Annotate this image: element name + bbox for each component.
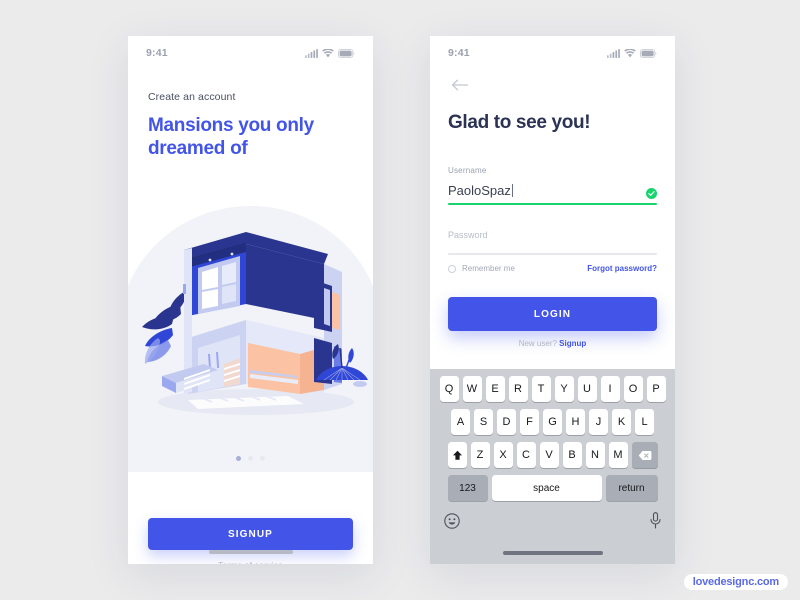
- key-t[interactable]: T: [531, 376, 551, 402]
- key-e[interactable]: E: [485, 376, 505, 402]
- keyboard-row-3: ZXCVBNM: [430, 442, 675, 468]
- remember-me-label: Remember me: [462, 264, 515, 273]
- status-bar-right: 9:41: [430, 36, 675, 70]
- new-user-row: New user? Signup: [430, 339, 675, 348]
- backspace-key[interactable]: [631, 442, 658, 468]
- new-user-prefix: New user?: [518, 339, 560, 348]
- key-l[interactable]: L: [635, 409, 654, 435]
- username-label: Username: [448, 166, 487, 175]
- keyboard-row-4: 123 space return: [430, 475, 675, 501]
- terms-of-service-link[interactable]: Terms of service: [128, 560, 373, 564]
- pager-dot-3[interactable]: [260, 456, 265, 461]
- emoji-icon[interactable]: [444, 512, 460, 529]
- username-input[interactable]: PaoloSpaz: [448, 183, 657, 198]
- backspace-icon: [638, 450, 651, 460]
- battery-icon: [640, 48, 657, 58]
- key-d[interactable]: D: [497, 409, 516, 435]
- password-input[interactable]: Password: [448, 230, 657, 240]
- space-key[interactable]: space: [491, 475, 602, 501]
- wifi-icon: [322, 48, 334, 57]
- microphone-icon[interactable]: [650, 512, 661, 529]
- key-x[interactable]: X: [493, 442, 513, 468]
- key-b[interactable]: B: [562, 442, 582, 468]
- home-indicator-right: [502, 551, 603, 555]
- remember-me-radio[interactable]: [448, 264, 456, 273]
- signup-link[interactable]: Signup: [559, 339, 586, 348]
- password-field-group: Password: [448, 230, 657, 255]
- key-i[interactable]: I: [600, 376, 620, 402]
- pager-dot-1[interactable]: [236, 456, 241, 461]
- keyboard-row-2: ASDFGHJKL: [430, 409, 675, 435]
- status-icons: [305, 48, 355, 58]
- arrow-left-icon: [451, 79, 468, 91]
- illustration-container: [128, 188, 373, 472]
- key-j[interactable]: J: [589, 409, 608, 435]
- key-a[interactable]: A: [451, 409, 470, 435]
- password-underline: [448, 253, 657, 255]
- keyboard-bottom-row: [430, 508, 675, 529]
- key-g[interactable]: G: [543, 409, 562, 435]
- signup-button[interactable]: SIGNUP: [148, 518, 353, 550]
- remember-forgot-row: Remember me Forgot password?: [448, 264, 657, 273]
- phone-screen-login: 9:41 Glad to see you! Username PaoloSpaz…: [430, 36, 675, 564]
- status-icons: [607, 48, 657, 58]
- shift-key[interactable]: [447, 442, 467, 468]
- key-r[interactable]: R: [508, 376, 528, 402]
- pager-dots[interactable]: [128, 456, 373, 461]
- login-button[interactable]: LOGIN: [448, 297, 657, 331]
- key-n[interactable]: N: [585, 442, 605, 468]
- page-title: Mansions you only dreamed of: [148, 115, 314, 160]
- key-o[interactable]: O: [623, 376, 643, 402]
- key-z[interactable]: Z: [470, 442, 490, 468]
- key-p[interactable]: P: [646, 376, 666, 402]
- onscreen-keyboard: QWERTYUIOP ASDFGHJKL ZXCVBNM 123 space r…: [430, 369, 675, 564]
- watermark: lovedesignc.com: [683, 574, 788, 590]
- key-k[interactable]: K: [612, 409, 631, 435]
- key-s[interactable]: S: [474, 409, 493, 435]
- page-title: Glad to see you!: [448, 112, 591, 133]
- key-q[interactable]: Q: [439, 376, 459, 402]
- status-bar-left: 9:41: [128, 36, 373, 70]
- key-h[interactable]: H: [566, 409, 585, 435]
- create-account-subtitle: Create an account: [148, 91, 236, 103]
- username-field-group: Username PaoloSpaz: [448, 166, 657, 205]
- pager-dot-2[interactable]: [248, 456, 253, 461]
- status-time: 9:41: [146, 47, 168, 59]
- battery-icon: [338, 48, 355, 58]
- forgot-password-link[interactable]: Forgot password?: [587, 264, 657, 273]
- username-underline: [448, 203, 657, 205]
- return-key[interactable]: return: [605, 475, 658, 501]
- username-value: PaoloSpaz: [448, 183, 511, 198]
- phone-screen-signup: 9:41 Create an account Mansions you only…: [128, 36, 373, 564]
- signal-icon: [607, 48, 620, 58]
- numbers-key[interactable]: 123: [447, 475, 488, 501]
- key-u[interactable]: U: [577, 376, 597, 402]
- key-y[interactable]: Y: [554, 376, 574, 402]
- wifi-icon: [624, 48, 636, 57]
- modern-mansion-illustration: [142, 232, 368, 415]
- back-button[interactable]: [448, 74, 470, 96]
- signal-icon: [305, 48, 318, 58]
- text-caret: [511, 184, 513, 197]
- key-w[interactable]: W: [462, 376, 482, 402]
- home-indicator-left: [208, 550, 293, 554]
- key-m[interactable]: M: [608, 442, 628, 468]
- fern-plant-left: [142, 292, 191, 364]
- stage: 9:41 Create an account Mansions you only…: [0, 0, 800, 600]
- key-c[interactable]: C: [516, 442, 536, 468]
- keyboard-row-1: QWERTYUIOP: [430, 376, 675, 402]
- status-time: 9:41: [448, 47, 470, 59]
- remember-me-toggle[interactable]: Remember me: [448, 264, 515, 273]
- check-circle-icon: [646, 188, 657, 199]
- key-f[interactable]: F: [520, 409, 539, 435]
- shift-icon: [452, 450, 462, 460]
- key-v[interactable]: V: [539, 442, 559, 468]
